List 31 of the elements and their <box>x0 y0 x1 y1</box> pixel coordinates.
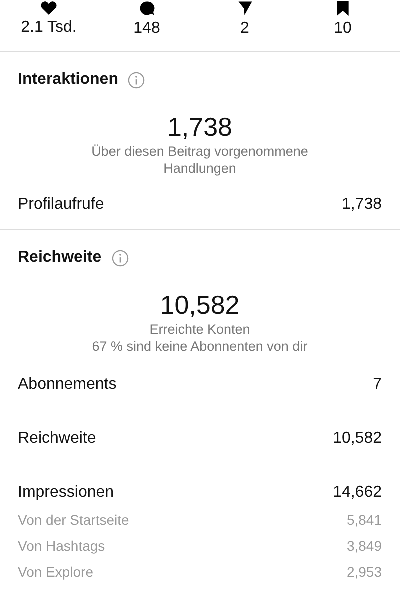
section-title: Interaktionen <box>18 71 118 89</box>
metric-value: 3,849 <box>346 538 382 554</box>
metric-label: Reichweite <box>18 430 96 448</box>
section-title: Reichweite <box>18 249 102 267</box>
metric-value: 10,582 <box>333 430 382 448</box>
metric-value: 2,953 <box>346 564 382 580</box>
metric-label: Von der Startseite <box>18 512 130 528</box>
count-caption: Erreichte Konten <box>148 321 252 338</box>
metric-label: Von Hashtags <box>18 538 106 554</box>
stat-count: 2.1 Tsd. <box>21 19 77 37</box>
stat-count: 148 <box>134 20 160 38</box>
bookmark-icon <box>337 1 349 16</box>
metric-value: 5,841 <box>346 512 382 528</box>
info-icon[interactable] <box>112 250 129 266</box>
count-caption: 67 % sind keine Abonnenten von dir <box>91 338 309 355</box>
stat-count: 10 <box>334 20 352 38</box>
metric-label: Abonnements <box>18 376 117 394</box>
total-count: 10,582 <box>159 290 241 321</box>
paper-plane-icon <box>238 1 252 16</box>
count-caption: Über diesen Beitrag vorgenommene Handlungen <box>90 143 310 177</box>
metric-value: 7 <box>373 376 382 394</box>
total-count: 1,738 <box>166 112 234 143</box>
metric-label: Impressionen <box>18 484 114 502</box>
metric-label: Von Explore <box>18 564 94 580</box>
stat-count: 2 <box>240 20 250 38</box>
heart-icon <box>41 1 57 15</box>
info-icon[interactable] <box>128 72 146 88</box>
metric-label: Profilaufrufe <box>18 196 104 214</box>
speech-bubble-icon <box>140 1 154 16</box>
metric-value: 1,738 <box>342 196 382 214</box>
metric-value: 14,662 <box>333 484 382 502</box>
